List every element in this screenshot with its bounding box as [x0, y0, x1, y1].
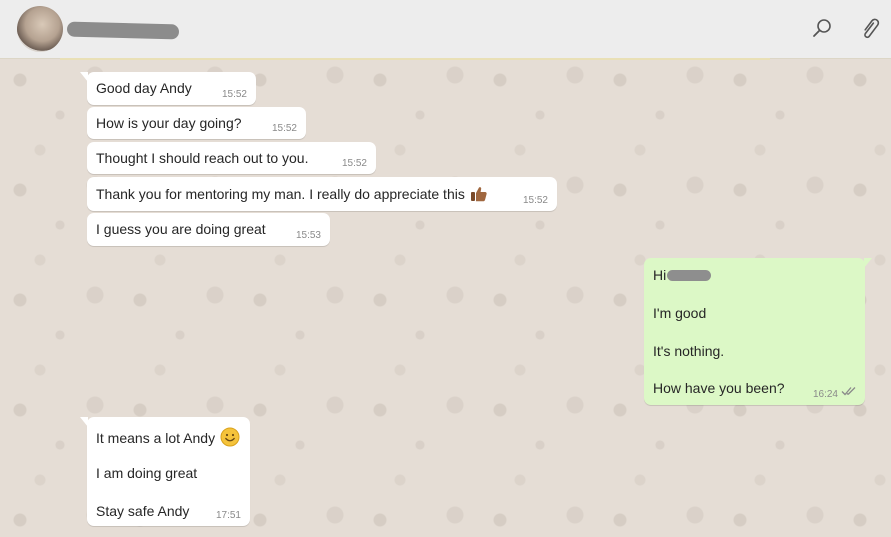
read-receipt-icon [841, 383, 857, 399]
message-text: Stay safe Andy [96, 503, 190, 519]
message-text: I'm good [653, 305, 707, 321]
message-bubble-incoming[interactable]: Thought I should reach out to you. 15:52 [87, 142, 376, 174]
message-bubble-outgoing[interactable]: Hi I'm good It's nothing. How have you b… [644, 258, 872, 405]
message-text-row: Thank you for mentoring my man. I really… [96, 185, 488, 206]
paperclip-icon [864, 18, 880, 39]
message-time: 17:51 [215, 510, 241, 521]
message-time: 15:52 [221, 89, 247, 100]
message-text: Thought I should reach out to you. [96, 150, 309, 166]
message-text: Thank you for mentoring my man. I really… [96, 186, 465, 202]
message-text: Hi [653, 267, 667, 283]
message-bubble-incoming[interactable]: How is your day going? 15:52 [87, 107, 306, 139]
message-text: How have you been? [653, 380, 785, 396]
message-time: 15:52 [341, 158, 367, 169]
message-bubble-incoming[interactable]: Thank you for mentoring my man. I really… [87, 177, 557, 211]
message-text: How is your day going? [96, 115, 242, 131]
chat-header [0, 0, 891, 59]
search-icon [813, 19, 831, 37]
contact-name-redacted[interactable] [66, 21, 180, 40]
message-text: I guess you are doing great [96, 221, 266, 237]
message-bubble-incoming[interactable]: I guess you are doing great 15:53 [87, 213, 330, 246]
message-list[interactable]: Good day Andy 15:52 How is your day goin… [0, 60, 891, 537]
message-time: 16:24 [812, 389, 838, 400]
message-text: It's nothing. [653, 343, 725, 359]
contact-avatar[interactable] [17, 6, 63, 52]
message-text: It means a lot Andy [96, 430, 216, 446]
attach-button[interactable] [857, 14, 885, 42]
message-bubble-incoming[interactable]: It means a lot Andy I am doing great Sta… [80, 417, 250, 526]
message-text: Good day Andy [96, 80, 192, 96]
recipient-name-redacted [667, 270, 712, 281]
message-time: 15:52 [271, 123, 297, 134]
message-bubble-incoming[interactable]: Good day Andy 15:52 [80, 72, 256, 105]
message-text-row: It means a lot Andy [96, 427, 240, 450]
search-button[interactable] [808, 14, 836, 42]
message-time: 15:52 [522, 195, 548, 206]
message-text-row: Hi [653, 267, 712, 283]
thumbs-up-icon [470, 185, 488, 206]
smiling-face-icon [220, 427, 240, 450]
message-text: I am doing great [96, 465, 198, 481]
message-time: 15:53 [295, 230, 321, 241]
